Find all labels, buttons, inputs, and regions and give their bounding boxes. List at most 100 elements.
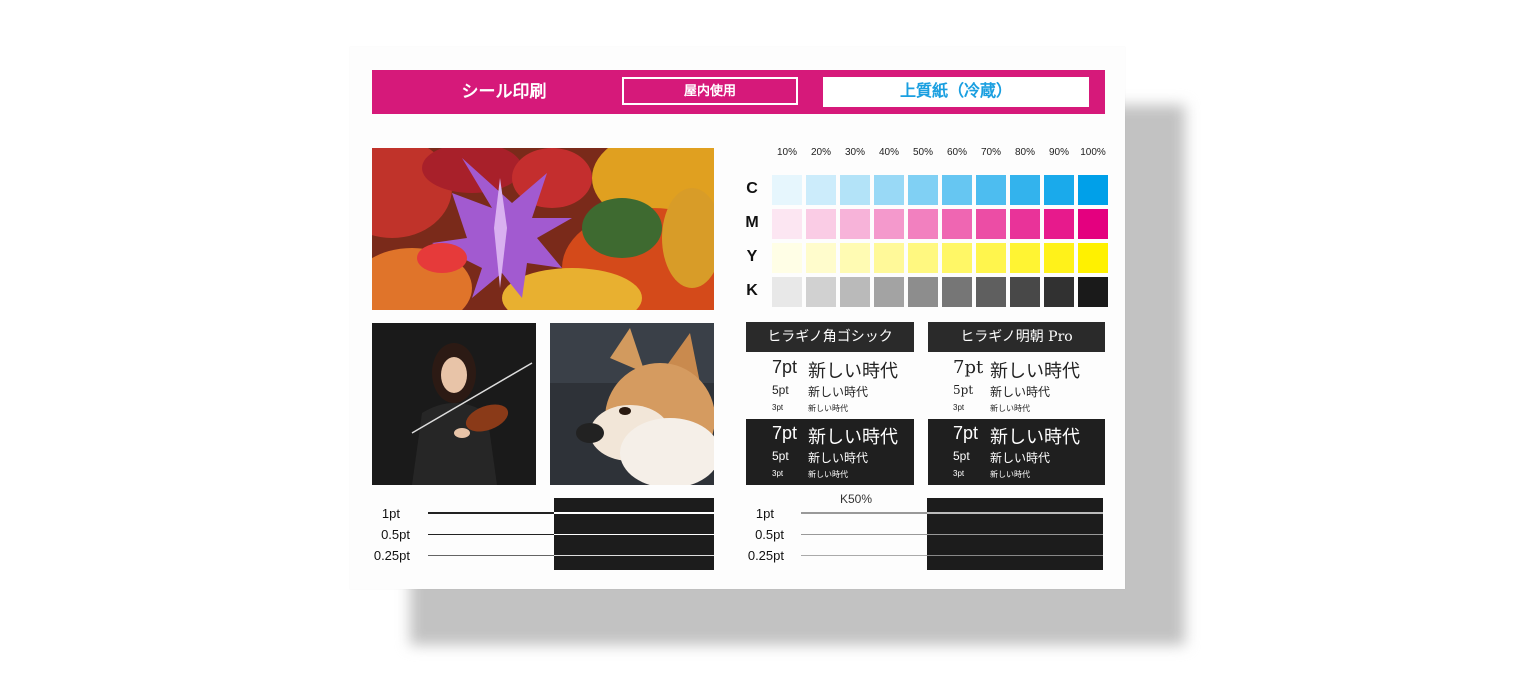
color-swatch bbox=[908, 277, 938, 307]
reverse-line-k50-1pt bbox=[927, 512, 1103, 514]
reverse-line-025pt-left bbox=[554, 555, 714, 556]
gothic-5pt-label: 5pt bbox=[772, 383, 789, 397]
reverse-lines-box-left bbox=[554, 498, 714, 570]
color-swatch bbox=[806, 175, 836, 205]
line-label-05pt-right: 0.5pt bbox=[755, 527, 784, 542]
reverse-line-k50-05pt bbox=[927, 534, 1103, 535]
reverse-line-k50-025pt bbox=[927, 555, 1103, 556]
color-swatch bbox=[806, 277, 836, 307]
color-swatch bbox=[874, 277, 904, 307]
color-swatch bbox=[1044, 277, 1074, 307]
color-swatch bbox=[1010, 277, 1040, 307]
color-swatch bbox=[1044, 209, 1074, 239]
line-025pt-left bbox=[428, 555, 554, 556]
percent-label: 40% bbox=[878, 147, 899, 158]
mincho-rev-7pt-label: 7pt bbox=[953, 423, 979, 443]
paper-label: 上質紙（冷蔵） bbox=[823, 77, 1089, 107]
gothic-rev-3pt-label: 3pt bbox=[772, 469, 784, 478]
gothic-7pt-label: 7pt bbox=[772, 357, 798, 377]
color-swatch bbox=[942, 243, 972, 273]
color-swatch bbox=[772, 243, 802, 273]
color-swatch bbox=[840, 209, 870, 239]
percent-label: 20% bbox=[810, 147, 831, 158]
gothic-3pt-label: 3pt bbox=[772, 403, 784, 412]
color-swatch bbox=[874, 243, 904, 273]
color-swatch bbox=[806, 209, 836, 239]
percent-label: 30% bbox=[844, 147, 865, 158]
header-title: シール印刷 bbox=[461, 82, 547, 101]
gothic-rev-5pt-label: 5pt bbox=[772, 449, 789, 463]
gothic-rev-3pt-sample: 新しい時代 bbox=[808, 470, 848, 479]
mincho-7pt-sample: 新しい時代 bbox=[990, 361, 1080, 381]
gothic-5pt-sample: 新しい時代 bbox=[808, 385, 869, 399]
percent-label: 80% bbox=[1014, 147, 1035, 158]
color-swatch bbox=[1078, 243, 1108, 273]
color-swatch bbox=[772, 277, 802, 307]
line-label-1pt-right: 1pt bbox=[755, 506, 774, 521]
color-swatch bbox=[840, 277, 870, 307]
color-swatch bbox=[976, 209, 1006, 239]
violinist-photo bbox=[372, 323, 536, 485]
mincho-3pt-label: 3pt bbox=[953, 403, 965, 412]
reverse-line-1pt-left bbox=[554, 512, 714, 514]
color-swatch bbox=[1010, 175, 1040, 205]
color-swatch bbox=[806, 243, 836, 273]
line-label-05pt-left: 0.5pt bbox=[381, 527, 410, 542]
ink-row-label: C bbox=[746, 180, 758, 197]
color-swatch bbox=[976, 277, 1006, 307]
percent-label: 50% bbox=[912, 147, 933, 158]
percent-label: 100% bbox=[1080, 147, 1106, 158]
gothic-rev-7pt-label: 7pt bbox=[772, 423, 798, 443]
gothic-rev-5pt-sample: 新しい時代 bbox=[808, 451, 869, 465]
line-1pt-left bbox=[428, 512, 554, 514]
ink-row-label: Y bbox=[746, 248, 758, 265]
color-swatch bbox=[1044, 243, 1074, 273]
k50-label: K50% bbox=[840, 492, 873, 506]
header-bar: シール印刷 屋内使用 上質紙（冷蔵） bbox=[372, 70, 1105, 114]
gothic-reverse-box: 7pt 新しい時代 5pt 新しい時代 3pt 新しい時代 bbox=[746, 419, 914, 485]
percent-label: 60% bbox=[946, 147, 967, 158]
print-sample-card: シール印刷 屋内使用 上質紙（冷蔵） ヒラギノ角ゴシック 7pt 新しい時代 5… bbox=[350, 47, 1125, 589]
mincho-font-header: ヒラギノ明朝 Pro bbox=[928, 322, 1105, 352]
color-swatch bbox=[908, 243, 938, 273]
percent-label: 70% bbox=[980, 147, 1001, 158]
color-swatch bbox=[1010, 243, 1040, 273]
mincho-rev-3pt-label: 3pt bbox=[953, 469, 965, 478]
color-swatch bbox=[976, 243, 1006, 273]
color-swatch bbox=[976, 175, 1006, 205]
gothic-rev-7pt-sample: 新しい時代 bbox=[808, 427, 898, 447]
line-k50-05pt bbox=[801, 534, 927, 535]
mincho-reverse-box: 7pt 新しい時代 5pt 新しい時代 3pt 新しい時代 bbox=[928, 419, 1105, 485]
usage-label: 屋内使用 bbox=[622, 77, 798, 105]
mincho-rev-5pt-label: 5pt bbox=[953, 449, 970, 463]
color-swatch bbox=[1010, 209, 1040, 239]
line-label-1pt-left: 1pt bbox=[381, 506, 400, 521]
gothic-3pt-sample: 新しい時代 bbox=[808, 404, 848, 413]
color-swatch bbox=[908, 175, 938, 205]
color-swatch bbox=[840, 175, 870, 205]
mincho-rev-3pt-sample: 新しい時代 bbox=[990, 470, 1030, 479]
ink-row-label: M bbox=[745, 214, 759, 231]
color-swatch bbox=[942, 277, 972, 307]
color-swatch bbox=[1078, 209, 1108, 239]
mincho-3pt-sample: 新しい時代 bbox=[990, 404, 1030, 413]
ink-row-label: K bbox=[746, 282, 758, 299]
line-label-025pt-left: 0.25pt bbox=[373, 548, 410, 563]
color-swatch bbox=[772, 175, 802, 205]
percent-label: 10% bbox=[776, 147, 797, 158]
line-k50-025pt bbox=[801, 555, 927, 556]
percent-label: 90% bbox=[1048, 147, 1069, 158]
color-swatch bbox=[874, 175, 904, 205]
gothic-font-header: ヒラギノ角ゴシック bbox=[746, 322, 914, 352]
mincho-5pt-sample: 新しい時代 bbox=[990, 385, 1051, 399]
color-swatch bbox=[1044, 175, 1074, 205]
color-swatch bbox=[908, 209, 938, 239]
reverse-lines-box-right bbox=[927, 498, 1103, 570]
color-swatch bbox=[772, 209, 802, 239]
mincho-rev-7pt-sample: 新しい時代 bbox=[990, 427, 1080, 447]
shiba-dog-photo bbox=[550, 323, 714, 485]
line-label-025pt-right: 0.25pt bbox=[747, 548, 784, 563]
mincho-5pt-label: 5pt bbox=[953, 383, 974, 397]
reverse-line-05pt-left bbox=[554, 534, 714, 535]
color-swatch bbox=[874, 209, 904, 239]
